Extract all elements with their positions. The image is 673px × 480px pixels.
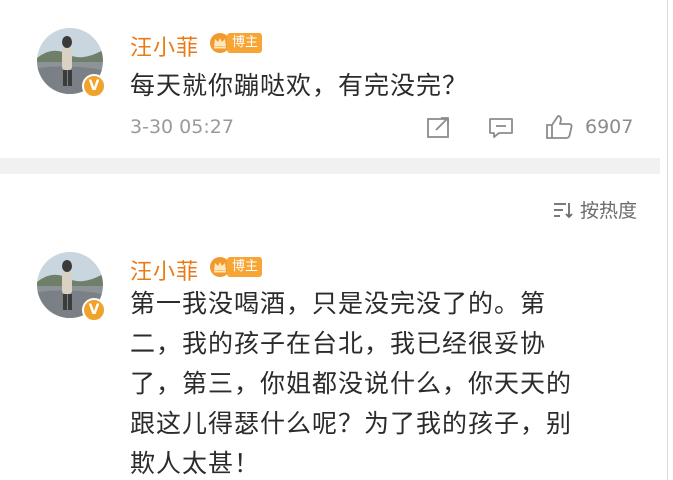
- post-text-line: 跟这儿得瑟什么呢？为了我的孩子，别: [130, 409, 573, 438]
- badge-label: 博主: [227, 257, 263, 277]
- post-text-line: 二，我的孩子在台北，我已经很妥协: [130, 329, 547, 358]
- post-text: 第一我没喝酒，只是没完没了的。第 二，我的孩子在台北，我已经很妥协 了，第三，你…: [130, 284, 650, 480]
- scroll-edge: [667, 0, 668, 480]
- post-text-line: 第一我没喝酒，只是没完没了的。第: [130, 289, 547, 318]
- post-text-line: 欺人太甚！: [130, 449, 261, 478]
- post-2: V 汪小菲 博主 第一我没喝酒，只是没完没了的。第 二，我的孩子在台北，我已经很…: [0, 0, 673, 480]
- blogger-badge: 博主: [209, 254, 263, 280]
- verified-badge-icon: V: [82, 298, 106, 322]
- username[interactable]: 汪小菲: [130, 254, 199, 286]
- post-text-line: 了，第三，你姐都没说什么，你天天的: [130, 369, 573, 398]
